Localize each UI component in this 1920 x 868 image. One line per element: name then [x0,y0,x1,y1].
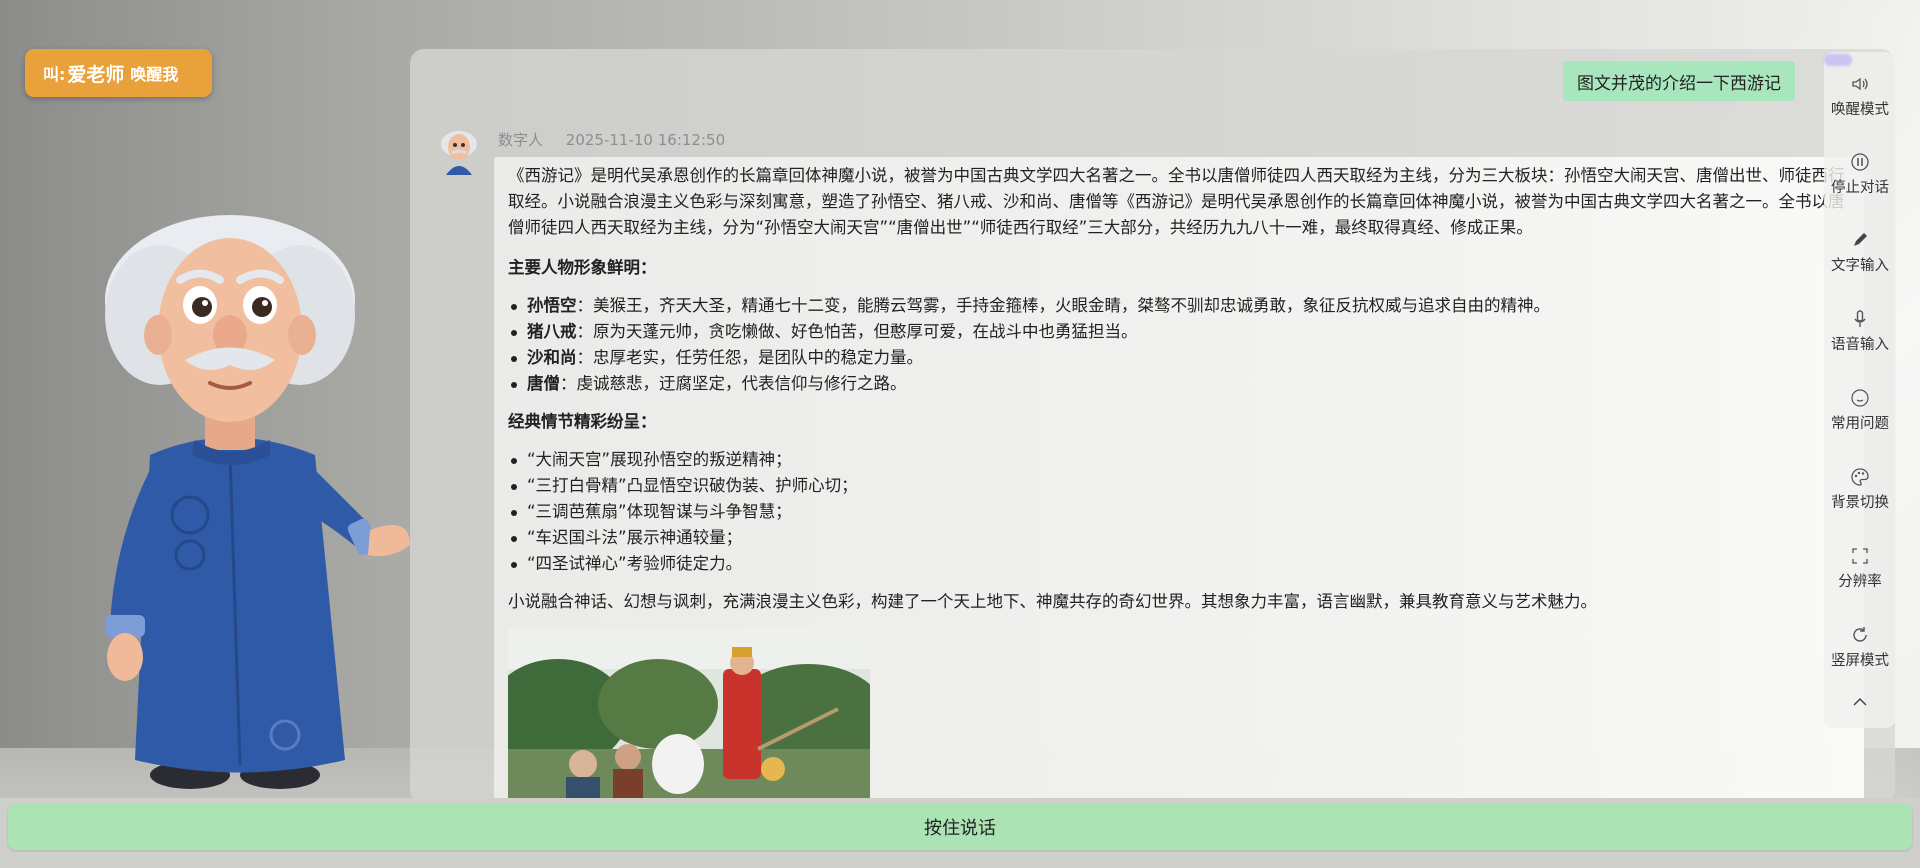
tool-sidebar: 唤醒模式 停止对话 文字输入 语音输入 常用问题 背景切换 分辨率 竖屏模式 [1824,52,1896,728]
tool-resolution[interactable]: 分辨率 [1824,546,1896,591]
tool-wake-mode[interactable]: 唤醒模式 [1824,74,1896,119]
tool-text-input[interactable]: 文字输入 [1824,230,1896,275]
wake-prefix: 叫: [43,65,66,84]
tool-label: 唤醒模式 [1831,102,1889,118]
bot-message-bubble: 《西游记》是明代吴承恩创作的长篇章回体神魔小说，被誉为中国古典文学四大名著之一。… [494,157,1864,804]
rotate-icon [1853,627,1867,642]
list-item: “车迟国斗法”展示神通较量； [508,525,1850,551]
bot-name: 数字人 [498,131,544,149]
character-name: 孙悟空 [527,296,577,315]
pause-icon [1851,153,1869,171]
list-item: 唐僧：虔诚慈悲，迂腐坚定，代表信仰与修行之路。 [508,371,1850,397]
message-meta: 数字人 2025-11-10 16:12:50 [498,129,725,150]
tool-background-switch[interactable]: 背景切换 [1824,467,1896,512]
list-item: 猪八戒：原为天蓬元帅，贪吃懒做、好色怕苦，但憨厚可爱，在战斗中也勇猛担当。 [508,319,1850,345]
microphone-icon [1854,310,1866,327]
chat-panel: 图文并茂的介绍一下西游记 数字人 2025-11-10 16:12:50 《西游… [410,49,1895,804]
characters-list: 孙悟空：美猴王，齐天大圣，精通七十二变，能腾云驾雾，手持金箍棒，火眼金睛，桀骜不… [508,293,1850,397]
character-desc: ：美猴王，齐天大圣，精通七十二变，能腾云驾雾，手持金箍棒，火眼金睛，桀骜不驯却忠… [576,296,1551,315]
status-dot [1824,54,1852,66]
tool-label: 文字输入 [1831,258,1889,274]
bot-avatar [441,131,477,175]
summary-paragraph: 小说融合神话、幻想与讽刺，充满浪漫主义色彩，构建了一个天上地下、神魔共存的奇幻世… [508,592,1597,611]
tool-common-questions[interactable]: 常用问题 [1824,388,1896,433]
character-name: 唐僧 [527,374,560,393]
tool-label: 常用问题 [1831,416,1889,432]
tool-label: 竖屏模式 [1831,653,1889,669]
collapse-toolbar-button[interactable] [1824,692,1896,716]
intro-paragraph: 《西游记》是明代吴承恩创作的长篇章回体神魔小说，被誉为中国古典文学四大名著之一。… [508,166,1845,237]
tool-voice-input[interactable]: 语音输入 [1824,309,1896,354]
speaker-icon [1852,77,1868,91]
tool-stop-dialog[interactable]: 停止对话 [1824,152,1896,197]
chevron-up-icon [1853,697,1867,706]
character-desc: ：原为天蓬元帅，贪吃懒做、好色怕苦，但憨厚可爱，在战斗中也勇猛担当。 [576,322,1138,341]
character-desc: ：忠厚老实，任劳任怨，是团队中的稳定力量。 [576,348,924,367]
list-item: 孙悟空：美猴王，齐天大圣，精通七十二变，能腾云驾雾，手持金箍棒，火眼金睛，桀骜不… [508,293,1850,319]
list-item: “大闹天宫”展现孙悟空的叛逆精神； [508,447,1850,473]
user-message-bubble: 图文并茂的介绍一下西游记 [1563,61,1795,101]
tool-label: 分辨率 [1838,574,1882,590]
list-item: 沙和尚：忠厚老实，任劳任怨，是团队中的稳定力量。 [508,345,1850,371]
smile-icon [1851,389,1869,407]
list-item: “三打白骨精”凸显悟空识破伪装、护师心切； [508,473,1850,499]
wake-suffix: 唤醒我 [130,65,179,84]
palette-icon [1851,468,1869,486]
digital-human-avatar [105,215,410,789]
message-timestamp: 2025-11-10 16:12:50 [565,131,726,149]
wake-word-badge[interactable]: 叫: 爱老师 唤醒我 [25,49,212,97]
character-name: 沙和尚 [527,348,577,367]
character-name: 猪八戒 [527,322,577,341]
characters-heading: 主要人物形象鲜明： [508,258,657,277]
bottom-bar: 按住说话 [0,798,1920,868]
wake-name: 爱老师 [67,63,125,86]
tool-portrait-mode[interactable]: 竖屏模式 [1824,625,1896,670]
list-item: “四圣试禅心”考验师徒定力。 [508,551,1850,577]
list-item: “三调芭蕉扇”体现智谋与斗争智慧； [508,499,1850,525]
tool-label: 语音输入 [1831,337,1889,353]
plots-heading: 经典情节精彩纷呈： [508,412,657,431]
tool-label: 停止对话 [1831,180,1889,196]
tool-label: 背景切换 [1831,495,1889,511]
pen-icon [1854,233,1867,246]
expand-icon [1852,548,1868,564]
journey-to-the-west-photo [494,629,888,799]
character-desc: ：虔诚慈悲，迂腐坚定，代表信仰与修行之路。 [560,374,907,393]
plots-list: “大闹天宫”展现孙悟空的叛逆精神； “三打白骨精”凸显悟空识破伪装、护师心切； … [508,447,1850,577]
push-to-talk-button[interactable]: 按住说话 [8,804,1912,850]
